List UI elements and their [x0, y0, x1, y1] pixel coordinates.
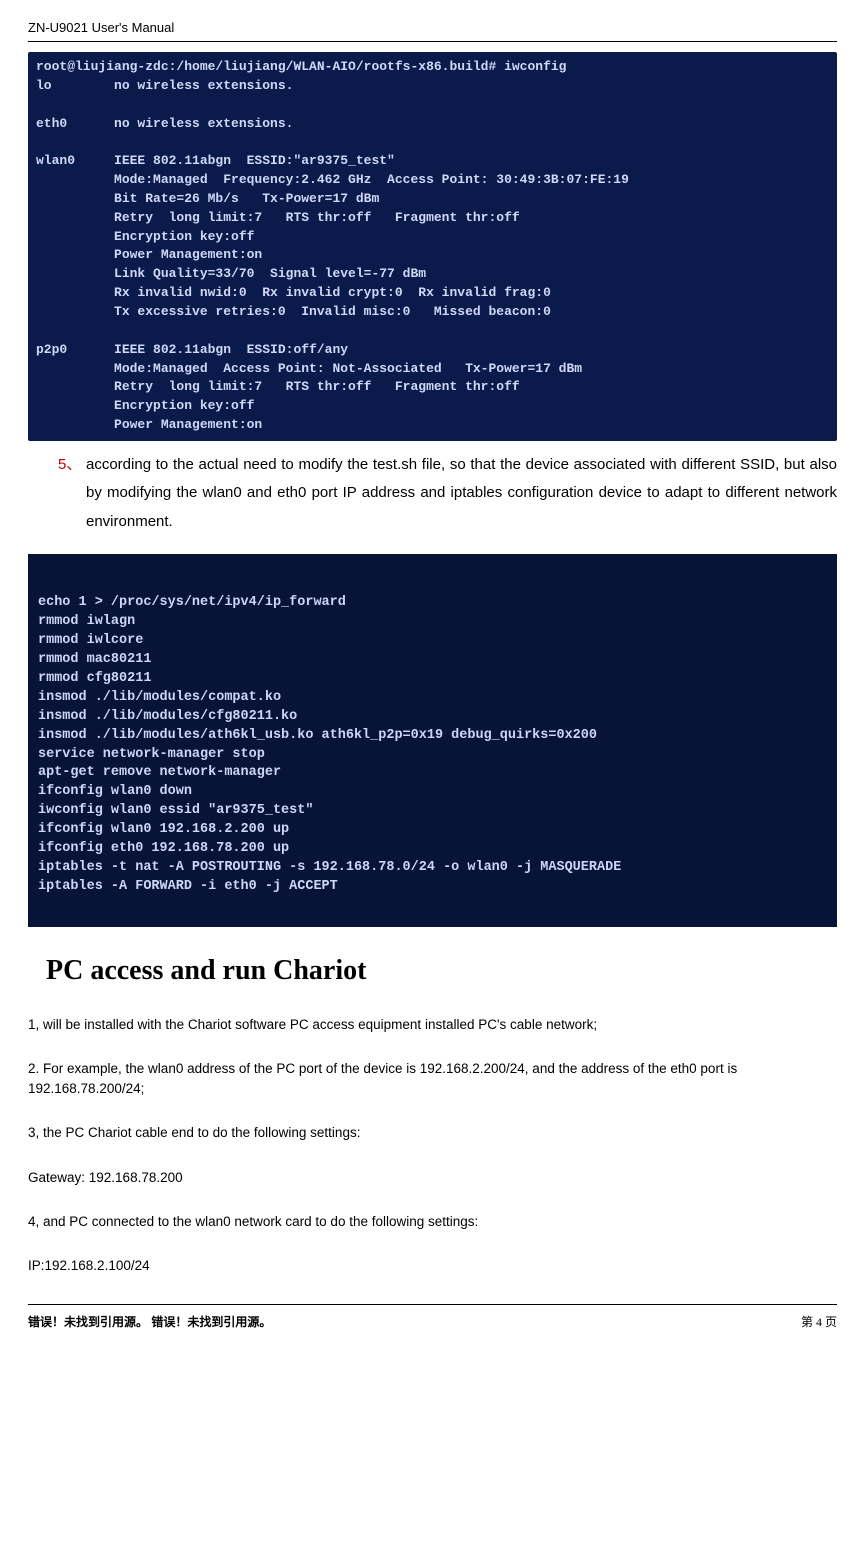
page-header: ZN-U9021 User's Manual — [28, 20, 837, 42]
list-number: 5、 — [58, 451, 86, 537]
paragraph-4: Gateway: 192.168.78.200 — [28, 1168, 837, 1188]
list-text: according to the actual need to modify t… — [86, 451, 837, 537]
section-heading: PC access and run Chariot — [46, 955, 837, 987]
manual-title: ZN-U9021 User's Manual — [28, 20, 174, 35]
terminal-screenshot-iwconfig: root@liujiang-zdc:/home/liujiang/WLAN-AI… — [28, 52, 837, 441]
footer-error-text: 错误！未找到引用源。 错误！未找到引用源。 — [28, 1313, 271, 1330]
page-footer: 错误！未找到引用源。 错误！未找到引用源。 第 4 页 — [28, 1304, 837, 1330]
footer-page-number: 第 4 页 — [801, 1313, 837, 1330]
paragraph-5: 4, and PC connected to the wlan0 network… — [28, 1212, 837, 1232]
document-page: ZN-U9021 User's Manual root@liujiang-zdc… — [0, 0, 865, 1350]
paragraph-6: IP:192.168.2.100/24 — [28, 1256, 837, 1276]
numbered-instruction-5: 5、 according to the actual need to modif… — [58, 451, 837, 537]
paragraph-1: 1, will be installed with the Chariot so… — [28, 1015, 837, 1035]
terminal-screenshot-script: echo 1 > /proc/sys/net/ipv4/ip_forward r… — [28, 554, 837, 926]
paragraph-2: 2. For example, the wlan0 address of the… — [28, 1059, 837, 1100]
paragraph-3: 3, the PC Chariot cable end to do the fo… — [28, 1123, 837, 1143]
